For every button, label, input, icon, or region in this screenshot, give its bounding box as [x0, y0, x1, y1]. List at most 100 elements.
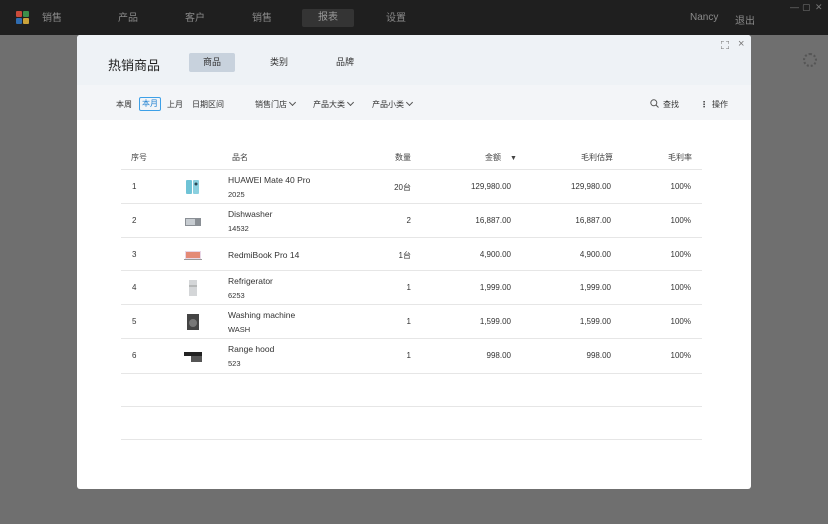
laptop-image	[183, 247, 203, 263]
maximize-icon[interactable]: ▢	[802, 2, 811, 13]
modal-title: 热销商品	[108, 58, 161, 73]
tab-brands[interactable]: 品牌	[322, 53, 368, 72]
refrigerator-image	[183, 280, 203, 297]
row-qty: 1	[406, 317, 411, 327]
table-row[interactable]: 1 HUAWEI Mate 40 Pro 2025 20台 129,980.00 129,…	[121, 169, 702, 204]
row-amount: 4,900.00	[479, 249, 511, 259]
row-profit: 1,999.00	[579, 283, 611, 293]
search-label: 查找	[663, 100, 679, 109]
row-index: 6	[132, 351, 137, 360]
col-header-profit: 毛利估算	[581, 153, 613, 162]
actions-button[interactable]: ⋮ 操作	[700, 99, 728, 111]
row-amount: 1,999.00	[479, 283, 511, 293]
phone-image	[183, 179, 203, 195]
col-header-name: 品名	[232, 153, 248, 162]
tab-categories[interactable]: 类别	[256, 53, 302, 72]
filter-this-week[interactable]: 本周	[116, 99, 132, 111]
product-name: Range hood	[228, 344, 275, 354]
nav-item-settings[interactable]: 设置	[386, 12, 406, 26]
search-button[interactable]: 查找	[650, 99, 679, 111]
row-rate: 100%	[670, 182, 691, 191]
col-header-amount[interactable]: 金额 ▼	[485, 152, 517, 163]
row-rate: 100%	[670, 283, 691, 293]
row-profit: 16,887.00	[575, 215, 611, 225]
nav-item-customers[interactable]: 客户	[185, 12, 205, 26]
close-icon[interactable]: ×	[738, 38, 744, 50]
store-dropdown-label: 销售门店	[255, 100, 287, 109]
nav-item-sales[interactable]: 销售	[42, 12, 62, 26]
product-code: 2025	[228, 190, 245, 199]
table-divider	[121, 439, 702, 440]
filter-bar: 本周 本月 上月 日期区间 销售门店 产品大类 产品小类 查找 ⋮ 操作	[77, 85, 751, 120]
row-profit: 998.00	[586, 351, 611, 360]
row-rate: 100%	[670, 317, 691, 327]
app-logo-icon	[16, 11, 30, 25]
category-dropdown[interactable]: 产品大类	[313, 98, 355, 111]
row-index: 4	[132, 283, 137, 293]
logout-link[interactable]: 退出	[735, 12, 755, 27]
table-row[interactable]: 5 Washing machine WASH 1 1,599.00 1,599.00 100…	[121, 304, 702, 339]
row-rate: 100%	[670, 249, 691, 259]
subcategory-dropdown[interactable]: 产品小类	[372, 98, 414, 111]
row-profit: 129,980.00	[570, 182, 611, 191]
top-nav-bar: 销售 产品 客户 销售 报表 设置 Nancy 退出 — ▢ ✕	[0, 0, 828, 35]
category-dropdown-label: 产品大类	[313, 100, 345, 109]
product-code: 523	[228, 359, 241, 368]
row-profit: 1,599.00	[579, 317, 611, 327]
col-header-index: 序号	[131, 153, 147, 162]
expand-icon[interactable]	[721, 41, 729, 49]
subcategory-dropdown-label: 产品小类	[372, 100, 404, 109]
store-dropdown[interactable]: 销售门店	[255, 98, 297, 111]
product-name: Dishwasher	[228, 208, 273, 219]
hot-products-modal: 热销商品 商品 类别 品牌 × 本周 本月 上月 日期区间 销售门店 产品大类 …	[77, 35, 751, 489]
minimize-icon[interactable]: —	[790, 2, 799, 12]
nav-item-reports[interactable]: 报表	[302, 9, 354, 27]
row-qty: 2	[406, 215, 411, 225]
product-name: Washing machine	[228, 310, 296, 321]
product-name: Refrigerator	[228, 276, 273, 287]
table-row[interactable]: 2 Dishwasher 14532 2 16,887.00 16,887.00 100%	[121, 202, 702, 238]
chevron-down-icon	[405, 98, 414, 107]
table-row[interactable]: 6 Range hood 523 1 998.00 998.00 100%	[121, 338, 702, 373]
nav-item-products[interactable]: 产品	[118, 12, 138, 26]
row-amount: 16,887.00	[475, 215, 511, 225]
row-qty: 1台	[398, 250, 411, 260]
col-header-qty: 数量	[395, 153, 411, 162]
settings-gear-icon[interactable]	[803, 53, 817, 67]
row-index: 1	[132, 182, 137, 191]
row-index: 2	[132, 215, 137, 225]
product-code: WASH	[228, 325, 251, 335]
filter-date-range[interactable]: 日期区间	[192, 99, 224, 111]
row-index: 3	[132, 249, 137, 259]
row-rate: 100%	[670, 215, 691, 225]
nav-item-sales-2[interactable]: 销售	[252, 12, 272, 26]
tab-products[interactable]: 商品	[189, 53, 235, 72]
actions-label: 操作	[712, 100, 728, 109]
user-name[interactable]: Nancy	[690, 12, 718, 23]
col-header-rate: 毛利率	[668, 153, 692, 162]
sort-desc-icon: ▼	[510, 155, 517, 162]
row-profit: 4,900.00	[579, 249, 611, 259]
filter-last-month[interactable]: 上月	[167, 99, 183, 111]
filter-this-month[interactable]: 本月	[139, 97, 161, 111]
table-row[interactable]: 3 RedmiBook Pro 14 1台 4,900.00 4,900.00 100%	[121, 236, 702, 272]
product-name: HUAWEI Mate 40 Pro	[228, 175, 311, 185]
chevron-down-icon	[346, 98, 355, 107]
row-index: 5	[132, 317, 137, 327]
row-qty: 1	[406, 283, 411, 293]
dishwasher-image	[183, 213, 203, 229]
table-row[interactable]: 4 Refrigerator 6253 1 1,999.00 1,999.00 100%	[121, 270, 702, 305]
washing-machine-image	[183, 314, 203, 331]
product-code: 14532	[228, 223, 249, 233]
window-close-icon[interactable]: ✕	[815, 2, 823, 13]
row-amount: 998.00	[486, 351, 511, 360]
row-rate: 100%	[670, 351, 691, 360]
search-icon	[650, 99, 659, 108]
table-divider	[121, 406, 702, 407]
row-qty: 1	[406, 351, 411, 360]
row-amount: 1,599.00	[479, 317, 511, 327]
table-divider	[121, 373, 702, 374]
col-header-amount-label: 金额	[485, 153, 501, 162]
product-name: RedmiBook Pro 14	[228, 249, 300, 260]
product-code: 6253	[228, 291, 245, 301]
